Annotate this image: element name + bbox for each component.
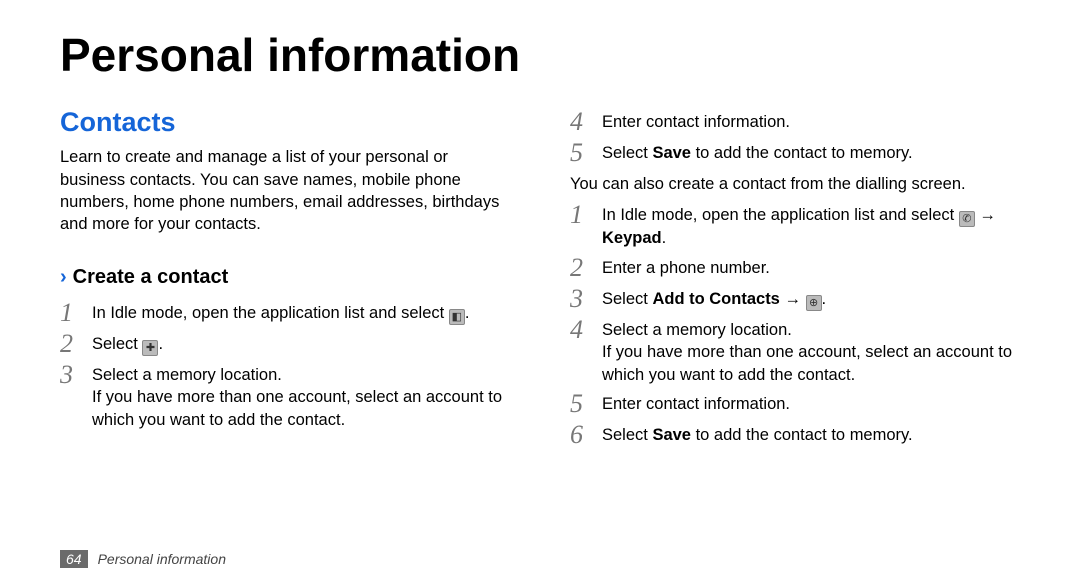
dialling-note: You can also create a contact from the d… — [570, 173, 1020, 195]
dial-step-3: 3 Select Add to Contacts → ⊕. — [570, 285, 1020, 312]
step-number: 6 — [570, 421, 588, 448]
step-post: to add the contact to memory. — [691, 144, 913, 162]
step-number: 3 — [570, 285, 588, 312]
step-pre: In Idle mode, open the application list … — [602, 206, 959, 224]
step-number: 5 — [570, 390, 588, 417]
step-pre: Select — [602, 144, 652, 162]
dial-step-1: 1 In Idle mode, open the application lis… — [570, 201, 1020, 250]
step-number: 5 — [570, 139, 588, 166]
arrow: → — [975, 206, 996, 224]
dial-step-2: 2 Enter a phone number. — [570, 254, 1020, 281]
step-bold: Save — [652, 144, 691, 162]
step-post: to add the contact to memory. — [691, 426, 913, 444]
step-text: Select — [92, 335, 142, 353]
dial-step-6: 6 Select Save to add the contact to memo… — [570, 421, 1020, 448]
step-continuation: If you have more than one account, selec… — [602, 341, 1020, 386]
step-body: Enter a phone number. — [602, 254, 1020, 279]
step-number: 2 — [60, 330, 78, 357]
new-contact-icon: ⊕ — [806, 295, 822, 311]
right-column: 4 Enter contact information. 5 Select Sa… — [570, 104, 1020, 562]
page-footer: 64 Personal information — [60, 550, 226, 568]
left-step-3: 3 Select a memory location. If you have … — [60, 361, 510, 431]
step-body: Enter contact information. — [602, 108, 1020, 133]
step-body: Enter contact information. — [602, 390, 1020, 415]
step-text: In Idle mode, open the application list … — [92, 304, 449, 322]
step-continuation: If you have more than one account, selec… — [92, 386, 510, 431]
dial-step-5: 5 Enter contact information. — [570, 390, 1020, 417]
step-number: 4 — [570, 108, 588, 135]
step-number: 1 — [60, 299, 78, 326]
phone-icon: ✆ — [959, 211, 975, 227]
chevron-icon: › — [60, 264, 67, 291]
left-step-2: 2 Select ✚. — [60, 330, 510, 357]
step-pre: Select — [602, 426, 652, 444]
step-body: In Idle mode, open the application list … — [92, 299, 510, 326]
content-columns: Contacts Learn to create and manage a li… — [60, 104, 1020, 562]
step-body: Select Save to add the contact to memory… — [602, 421, 1020, 446]
footer-section-label: Personal information — [98, 551, 226, 567]
step-body: Select ✚. — [92, 330, 510, 357]
add-icon: ✚ — [142, 340, 158, 356]
subsection-create-contact: › Create a contact — [60, 264, 510, 291]
add-to-contacts-label: Add to Contacts — [652, 290, 779, 308]
page-title: Personal information — [60, 28, 1020, 82]
step-number: 1 — [570, 201, 588, 228]
step-body: In Idle mode, open the application list … — [602, 201, 1020, 250]
step-pre: Select — [602, 290, 652, 308]
step-body: Select Add to Contacts → ⊕. — [602, 285, 1020, 312]
step-number: 4 — [570, 316, 588, 343]
step-text: Select a memory location. — [602, 319, 1020, 341]
page-number: 64 — [60, 550, 88, 568]
arrow: → — [780, 290, 806, 308]
contacts-intro: Learn to create and manage a list of you… — [60, 146, 510, 235]
step-bold: Save — [652, 426, 691, 444]
left-column: Contacts Learn to create and manage a li… — [60, 104, 510, 562]
step-number: 3 — [60, 361, 78, 388]
step-post: . — [822, 290, 827, 308]
right-step-4: 4 Enter contact information. — [570, 108, 1020, 135]
contacts-icon: ◧ — [449, 309, 465, 325]
step-post: . — [662, 229, 667, 247]
right-step-5: 5 Select Save to add the contact to memo… — [570, 139, 1020, 166]
left-step-1: 1 In Idle mode, open the application lis… — [60, 299, 510, 326]
subsection-heading: Create a contact — [73, 264, 229, 291]
keypad-label: Keypad — [602, 229, 662, 247]
section-heading-contacts: Contacts — [60, 104, 510, 140]
step-body: Select a memory location. If you have mo… — [602, 316, 1020, 386]
step-text: Select a memory location. — [92, 364, 510, 386]
dial-step-4: 4 Select a memory location. If you have … — [570, 316, 1020, 386]
step-body: Select Save to add the contact to memory… — [602, 139, 1020, 164]
step-body: Select a memory location. If you have mo… — [92, 361, 510, 431]
step-number: 2 — [570, 254, 588, 281]
